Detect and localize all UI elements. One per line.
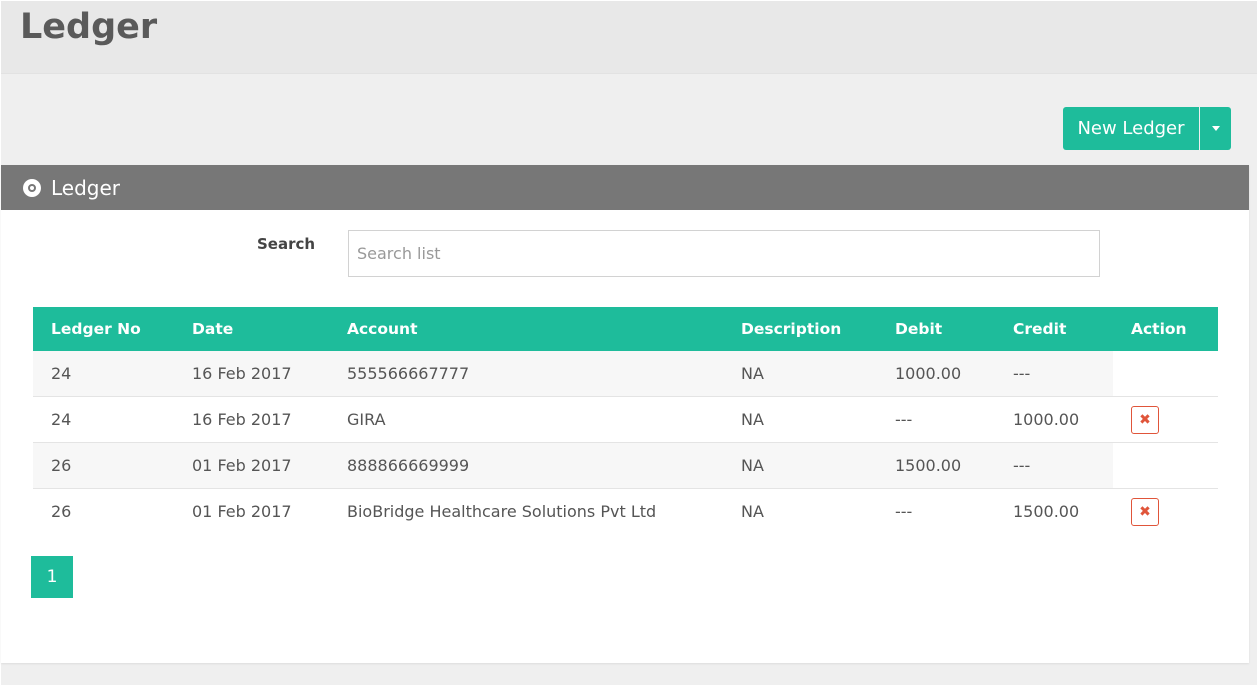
circle-dot-icon bbox=[23, 178, 41, 197]
cell-debit: 1500.00 bbox=[877, 442, 995, 489]
pagination-page-1[interactable]: 1 bbox=[31, 556, 73, 598]
page-header: Ledger bbox=[1, 1, 1257, 74]
table-row: 26 01 Feb 2017 BioBridge Healthcare Solu… bbox=[33, 488, 1218, 534]
table-row: 24 16 Feb 2017 555566667777 NA 1000.00 -… bbox=[33, 351, 1218, 397]
column-header-action: Action bbox=[1131, 320, 1187, 338]
cell-debit: --- bbox=[877, 396, 995, 443]
cell-date: 01 Feb 2017 bbox=[174, 488, 329, 534]
cell-ledger-no: 26 bbox=[33, 442, 174, 489]
cell-date: 16 Feb 2017 bbox=[174, 351, 329, 397]
cell-action: ✖ bbox=[1113, 488, 1218, 534]
column-header-debit[interactable]: Debit bbox=[877, 307, 995, 351]
cell-credit: 1500.00 bbox=[995, 488, 1113, 534]
new-ledger-button-group: New Ledger bbox=[1063, 107, 1231, 150]
close-icon: ✖ bbox=[1139, 411, 1151, 428]
delete-button[interactable]: ✖ bbox=[1131, 497, 1159, 526]
ledger-panel: Ledger Search Ledger No Date Account Des… bbox=[1, 165, 1249, 663]
cell-action bbox=[1113, 351, 1218, 397]
cell-debit: --- bbox=[877, 488, 995, 534]
cell-ledger-no: 26 bbox=[33, 488, 174, 534]
table-row: 24 16 Feb 2017 GIRA NA --- 1000.00 ✖ bbox=[33, 396, 1218, 443]
cell-debit: 1000.00 bbox=[877, 351, 995, 397]
panel-title: Ledger bbox=[51, 175, 121, 200]
new-ledger-dropdown-toggle[interactable] bbox=[1200, 107, 1231, 150]
panel-heading: Ledger bbox=[1, 165, 1249, 210]
column-header-credit[interactable]: Credit bbox=[995, 307, 1113, 351]
cell-account: BioBridge Healthcare Solutions Pvt Ltd bbox=[329, 488, 723, 534]
table-header-row: Ledger No Date Account Description Debit… bbox=[33, 307, 1218, 351]
cell-action bbox=[1113, 442, 1218, 489]
cell-action: ✖ bbox=[1113, 396, 1218, 443]
cell-ledger-no: 24 bbox=[33, 396, 174, 443]
table-row: 26 01 Feb 2017 888866669999 NA 1500.00 -… bbox=[33, 442, 1218, 489]
cell-credit: 1000.00 bbox=[995, 396, 1113, 443]
cell-account: GIRA bbox=[329, 396, 723, 443]
column-header-ledger-no[interactable]: Ledger No bbox=[33, 307, 174, 351]
cell-date: 16 Feb 2017 bbox=[174, 396, 329, 443]
ledger-table: Ledger No Date Account Description Debit… bbox=[33, 307, 1218, 534]
cell-description: NA bbox=[723, 351, 877, 397]
cell-account: 555566667777 bbox=[329, 351, 723, 397]
close-icon: ✖ bbox=[1139, 503, 1151, 520]
caret-down-icon bbox=[1211, 126, 1220, 131]
column-header-date[interactable]: Date bbox=[174, 307, 329, 351]
column-header-account[interactable]: Account bbox=[329, 307, 723, 351]
cell-description: NA bbox=[723, 396, 877, 443]
cell-ledger-no: 24 bbox=[33, 351, 174, 397]
column-header-description[interactable]: Description bbox=[723, 307, 877, 351]
cell-credit: --- bbox=[995, 351, 1113, 397]
cell-date: 01 Feb 2017 bbox=[174, 442, 329, 489]
cell-description: NA bbox=[723, 488, 877, 534]
cell-description: NA bbox=[723, 442, 877, 489]
search-input[interactable] bbox=[348, 230, 1100, 277]
new-ledger-button[interactable]: New Ledger bbox=[1063, 107, 1199, 150]
search-label: Search bbox=[257, 235, 316, 253]
cell-credit: --- bbox=[995, 442, 1113, 489]
cell-account: 888866669999 bbox=[329, 442, 723, 489]
delete-button[interactable]: ✖ bbox=[1131, 405, 1159, 434]
page-title: Ledger bbox=[20, 7, 158, 47]
